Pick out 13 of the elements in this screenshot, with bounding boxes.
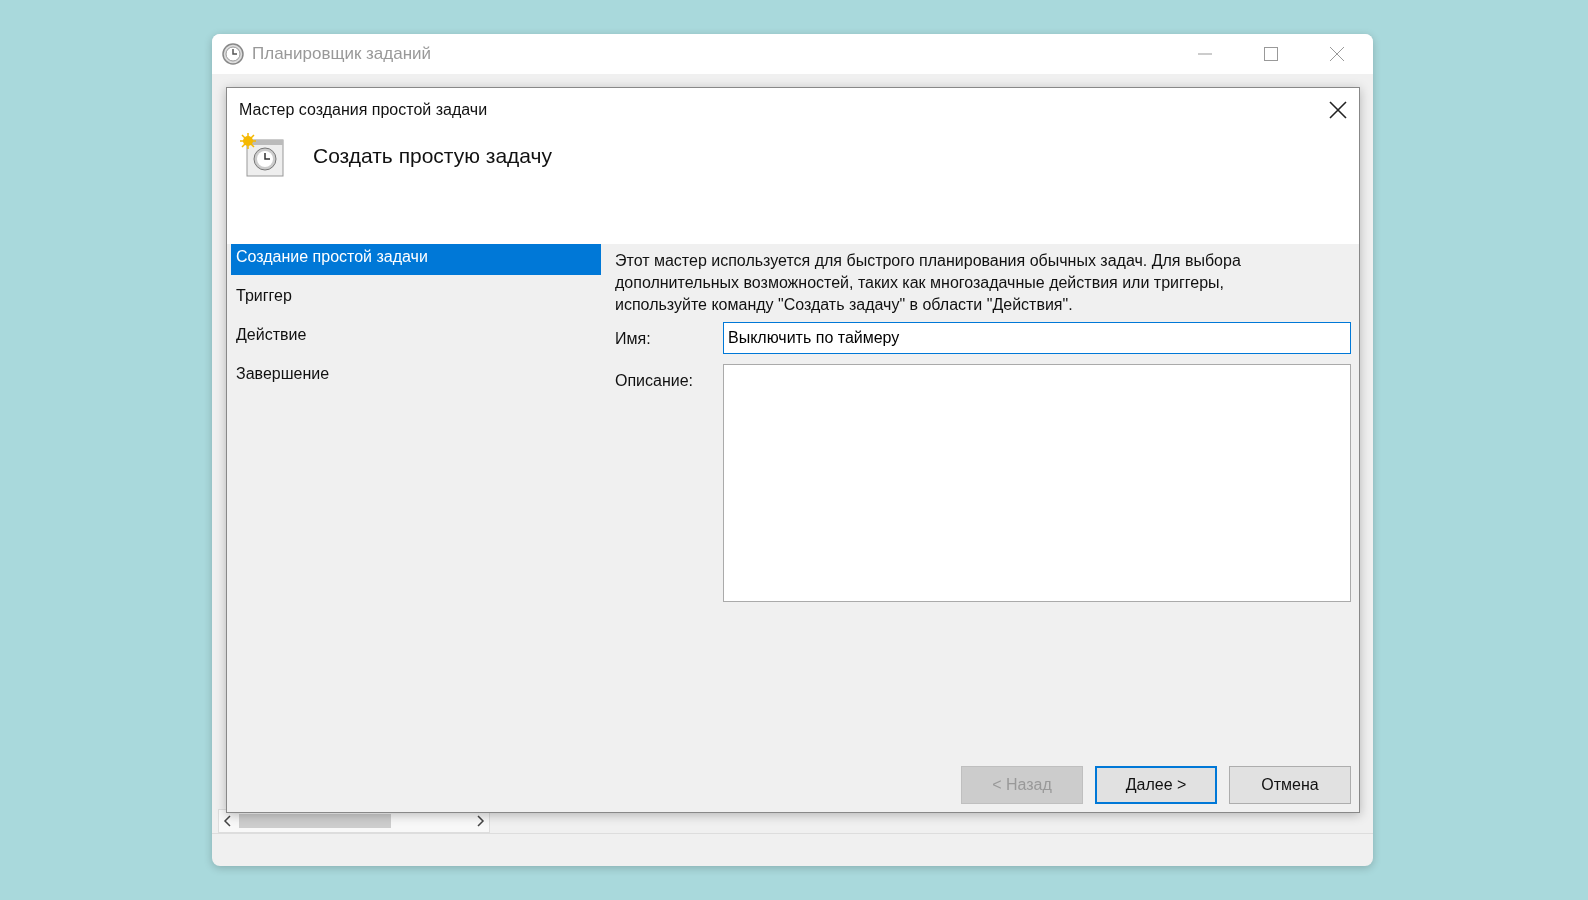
wizard-step[interactable]: Создание простой задачи [231,244,601,275]
wizard-step[interactable]: Действие [231,322,601,353]
intro-text: Этот мастер используется для быстрого планирования обычных задач. Для выбора дополнительных возможностей, таких как многозадачные действия или триггеры, используйте команду "Создать задачу" в области "Действия". [615,251,1242,315]
field-label: Имя: [615,329,652,349]
dialog-title: Мастер создания простой задачи [239,101,488,119]
window-title: Планировщик заданий [252,44,432,64]
wizard-step[interactable]: Завершение [231,361,601,392]
wizard-button[interactable]: Отмена [1229,766,1351,804]
wizard-step[interactable]: Триггер [231,283,601,314]
field-label: Описание: [615,371,695,391]
wizard-button[interactable]: Далее > [1095,766,1217,804]
name-field[interactable]: Выключить по таймеру [723,322,1351,354]
wizard-heading: Создать простую задачу [313,144,553,168]
